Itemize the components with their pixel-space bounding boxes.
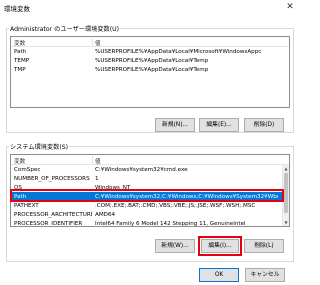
scrollbar-thumb[interactable]	[284, 173, 288, 213]
table-row[interactable]: PROCESSOR_IDENTIFIER Intel64 Family 6 Mo…	[11, 219, 289, 227]
var-value: %USERPROFILE%¥AppData¥Local¥Temp	[95, 66, 209, 73]
close-icon[interactable]: ✕	[283, 1, 297, 14]
system-vars-header: 変数 値	[11, 155, 289, 165]
table-row[interactable]: TMP %USERPROFILE%¥AppData¥Local¥Temp	[11, 65, 289, 74]
user-edit-button[interactable]: 編集(E)...	[199, 118, 239, 132]
scroll-up-icon[interactable]: ▲	[283, 165, 289, 172]
user-vars-label: Administrator のユーザー環境変数(U)	[9, 24, 121, 33]
var-value: .COM;.EXE;.BAT;.CMD;.VBS;.VBE;.JS;.JSE;.…	[95, 202, 256, 209]
table-row[interactable]: NUMBER_OF_PROCESSORS 1	[11, 174, 289, 183]
var-value: C:¥Windows¥system32¥cmd.exe	[95, 166, 188, 173]
var-name: TEMP	[14, 57, 30, 64]
table-row[interactable]: PATHEXT .COM;.EXE;.BAT;.CMD;.VBS;.VBE;.J…	[11, 201, 289, 210]
system-delete-button[interactable]: 削除(L)	[244, 239, 284, 253]
var-name: NUMBER_OF_PROCESSORS	[14, 175, 90, 182]
col-header-name[interactable]: 変数	[14, 157, 25, 165]
var-value: AMD64	[95, 211, 116, 218]
user-vars-header: 変数 値	[11, 37, 289, 47]
var-value: Intel64 Family 6 Model 142 Stepping 11, …	[95, 220, 246, 227]
var-value: %USERPROFILE%¥AppData¥Local¥Temp	[95, 57, 209, 64]
var-name: ComSpec	[14, 166, 41, 173]
path-row-highlight	[10, 189, 284, 202]
var-name: TMP	[14, 66, 26, 73]
table-row[interactable]: TEMP %USERPROFILE%¥AppData¥Local¥Temp	[11, 56, 289, 65]
scroll-down-icon[interactable]: ▼	[283, 219, 289, 226]
table-row[interactable]: PROCESSOR_ARCHITECTURE AMD64	[11, 210, 289, 219]
user-new-button[interactable]: 新規(N)...	[155, 118, 195, 132]
system-new-button[interactable]: 新規(W)...	[155, 239, 195, 253]
col-header-value[interactable]: 値	[95, 157, 101, 165]
table-row[interactable]: ComSpec C:¥Windows¥system32¥cmd.exe	[11, 165, 289, 174]
user-vars-list[interactable]: 変数 値 Path %USERPROFILE%¥AppData¥Local¥Mi…	[10, 36, 290, 108]
system-vars-label: システム環境変数(S)	[9, 142, 70, 151]
title-bar: 環境変数 ✕	[0, 0, 300, 16]
col-header-value[interactable]: 値	[95, 39, 101, 47]
table-row[interactable]: Path %USERPROFILE%¥AppData¥Local¥Microso…	[11, 47, 289, 56]
var-value: 1	[95, 175, 99, 182]
edit-button-highlight	[198, 236, 242, 256]
col-header-name[interactable]: 変数	[14, 39, 25, 47]
var-name: PATHEXT	[14, 202, 39, 209]
var-name: PROCESSOR_ARCHITECTURE	[14, 211, 92, 218]
var-name: PROCESSOR_IDENTIFIER	[14, 220, 83, 227]
window-title: 環境変数	[4, 5, 30, 13]
user-delete-button[interactable]: 削除(D)	[244, 118, 284, 132]
ok-button[interactable]: OK	[199, 268, 239, 282]
var-value: %USERPROFILE%¥AppData¥Local¥Microsoft¥Wi…	[95, 48, 262, 55]
var-name: Path	[14, 48, 27, 55]
cancel-button[interactable]: キャンセル	[245, 268, 285, 282]
